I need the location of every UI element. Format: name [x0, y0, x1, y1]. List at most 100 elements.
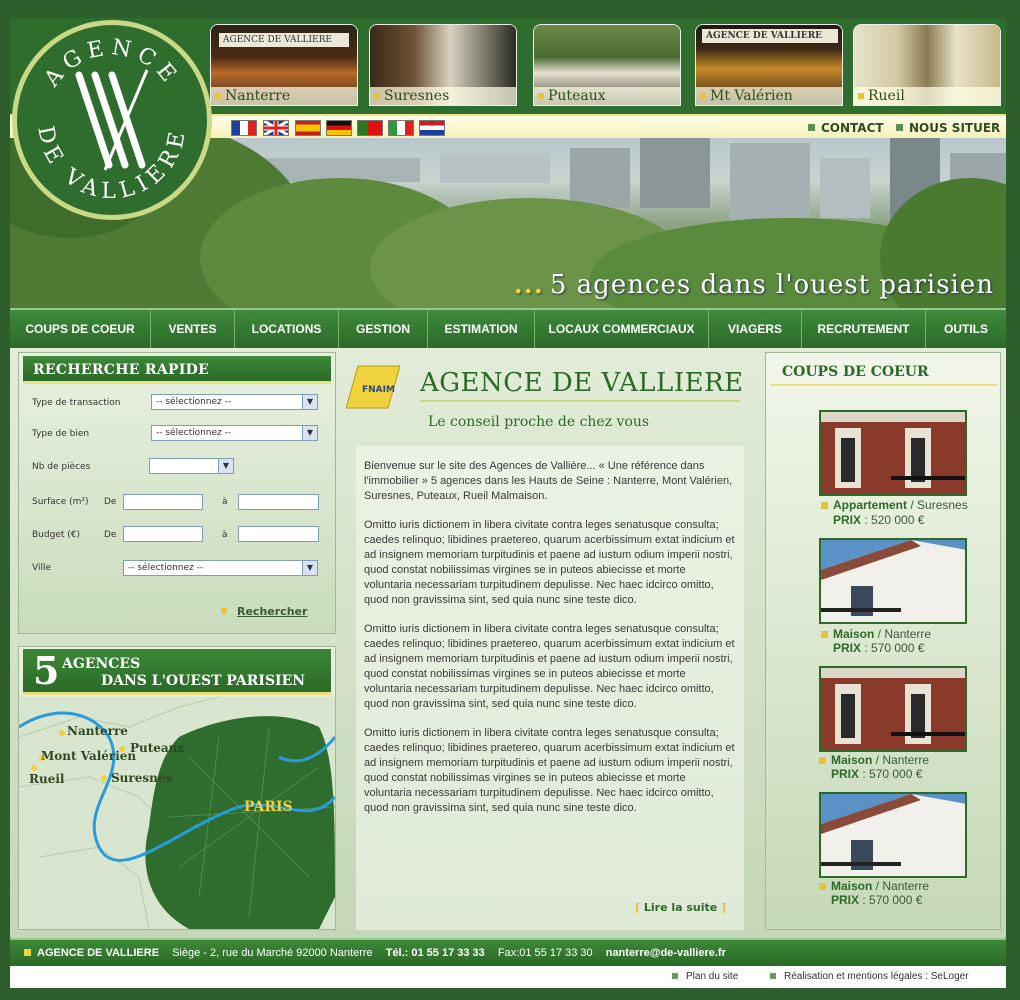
- price-label: PRIX: [833, 641, 862, 655]
- footer-bar: AGENCE DE VALLIERE Siège - 2, rue du Mar…: [10, 938, 1006, 966]
- flag-pt-icon[interactable]: [357, 120, 383, 136]
- agency-name: Nanterre: [211, 87, 357, 105]
- agency-thumb-nanterre[interactable]: AGENCE DE VALLIERE Nanterre: [210, 24, 358, 106]
- body-paragraph-2: Omitto iuris dictionem in libera civitat…: [364, 623, 735, 710]
- fnaim-logo-icon: FNAIM: [345, 365, 401, 409]
- property-photo-2[interactable]: [819, 538, 967, 624]
- nav-coups-de-coeur[interactable]: COUPS DE COEUR: [10, 310, 151, 348]
- budget-to-label: à: [222, 530, 228, 540]
- surface-to-label: à: [222, 497, 228, 507]
- intro-text: Bienvenue sur le site des Agences de Val…: [364, 459, 736, 830]
- surface-from-label: De: [104, 497, 117, 507]
- rooms-select[interactable]: ▼: [149, 458, 234, 474]
- budget-label: Budget (€): [32, 530, 80, 540]
- agency-thumb-mt-valerien[interactable]: AGENCE DE VALLIERE Mt Valérien: [695, 24, 843, 106]
- price-value: 570 000 €: [869, 767, 923, 781]
- budget-min-input[interactable]: [123, 526, 203, 542]
- agency-title: AGENCE DE VALLIERE: [420, 368, 744, 398]
- flag-en-icon[interactable]: [263, 120, 289, 136]
- fnaim-badge: FNAIM: [345, 364, 401, 410]
- property-type-3[interactable]: Maison / Nanterre: [818, 753, 929, 767]
- agency-thumb-rueil[interactable]: Rueil: [853, 24, 1001, 106]
- footer-fax: Fax:01 55 17 33 30: [497, 947, 593, 959]
- flag-en-cross: [264, 121, 288, 135]
- body-paragraph-3: Omitto iuris dictionem in libera civitat…: [364, 727, 735, 814]
- property-price-4: PRIX : 570 000 €: [831, 893, 923, 907]
- property-type-4[interactable]: Maison / Nanterre: [818, 879, 930, 893]
- property-type-select[interactable]: -- sélectionnez -- ▼: [151, 425, 318, 441]
- property-city: Nanterre: [882, 879, 930, 893]
- nav-gestion[interactable]: GESTION: [339, 310, 428, 348]
- price-label: PRIX: [833, 513, 862, 527]
- property-photo-3[interactable]: [819, 666, 967, 752]
- property-building-image: [821, 668, 965, 750]
- nav-locaux-commerciaux[interactable]: LOCAUX COMMERCIAUX: [535, 310, 709, 348]
- property-type-1[interactable]: Appartement / Suresnes: [821, 498, 968, 512]
- quick-search-title: RECHERCHE RAPIDE: [23, 356, 331, 384]
- map-marker-rueil[interactable]: [31, 765, 37, 771]
- contact-link[interactable]: CONTACT: [808, 121, 884, 135]
- bracket-open: [: [635, 901, 644, 914]
- agency-thumb-suresnes[interactable]: Suresnes: [369, 24, 517, 106]
- banner-tagline-text: 5 agences dans l'ouest parisien: [549, 270, 994, 300]
- transaction-label: Type de transaction: [32, 398, 121, 408]
- city-select[interactable]: -- sélectionnez -- ▼: [123, 560, 318, 576]
- nav-recrutement[interactable]: RECRUTEMENT: [802, 310, 926, 348]
- search-button[interactable]: Rechercher: [220, 605, 307, 618]
- locate-link[interactable]: NOUS SITUER: [896, 121, 1000, 135]
- banner-dots: ...: [513, 270, 544, 300]
- sub-footer: Plan du site Réalisation et mentions lég…: [10, 966, 1006, 988]
- agency-logo[interactable]: AGENCE DE VALLIERE: [12, 20, 212, 220]
- footer-agency-name: AGENCE DE VALLIERE: [37, 947, 160, 959]
- nav-estimation[interactable]: ESTIMATION: [428, 310, 535, 348]
- price-label: PRIX: [831, 893, 860, 907]
- property-type-label: Appartement: [833, 498, 908, 512]
- transaction-select[interactable]: -- sélectionnez -- ▼: [151, 394, 318, 410]
- sitemap-link[interactable]: Plan du site: [671, 971, 738, 982]
- body-paragraph-1: Omitto iuris dictionem in libera civitat…: [364, 519, 735, 606]
- nav-locations[interactable]: LOCATIONS: [235, 310, 339, 348]
- bullet-icon: [896, 124, 903, 131]
- flag-es-icon[interactable]: [295, 120, 321, 136]
- flag-de-icon[interactable]: [326, 120, 352, 136]
- property-photo-4[interactable]: [819, 792, 967, 878]
- flag-it-icon[interactable]: [388, 120, 414, 136]
- credits-link[interactable]: Réalisation et mentions légales : SeLoge…: [770, 971, 969, 982]
- agency-sign: AGENCE DE VALLIERE: [219, 33, 349, 47]
- agency-thumb-puteaux[interactable]: Puteaux: [533, 24, 681, 106]
- nav-viagers[interactable]: VIAGERS: [709, 310, 802, 348]
- map-label-rueil: Rueil: [29, 772, 65, 786]
- flag-nl-icon[interactable]: [419, 120, 445, 136]
- surface-min-input[interactable]: [123, 494, 203, 510]
- map-marker-nanterre[interactable]: [59, 730, 65, 736]
- property-type-2[interactable]: Maison / Nanterre: [820, 627, 931, 641]
- surface-max-input[interactable]: [238, 494, 319, 510]
- property-type-label: Maison: [831, 753, 873, 767]
- map-marker-puteaux[interactable]: [119, 746, 125, 752]
- agency-name: Puteaux: [534, 87, 680, 105]
- nav-outils[interactable]: OUTILS: [926, 310, 1006, 348]
- budget-from-label: De: [104, 530, 117, 540]
- property-building-image: [821, 794, 965, 876]
- bullet-icon: [24, 949, 31, 956]
- property-price-3: PRIX : 570 000 €: [831, 767, 923, 781]
- chevron-down-icon: ▼: [302, 395, 317, 409]
- agency-name: Suresnes: [370, 87, 516, 105]
- locate-label: NOUS SITUER: [909, 121, 1001, 135]
- chevron-down-icon: ▼: [218, 459, 233, 473]
- transaction-value: -- sélectionnez --: [156, 397, 232, 407]
- property-photo-1[interactable]: [819, 410, 967, 496]
- price-label: PRIX: [831, 767, 860, 781]
- footer-email-link[interactable]: nanterre@de-valliere.fr: [606, 947, 726, 959]
- read-more-label: Lire la suite: [643, 901, 718, 914]
- budget-max-input[interactable]: [238, 526, 319, 542]
- map-marker-suresnes[interactable]: [101, 775, 107, 781]
- nav-ventes[interactable]: VENTES: [151, 310, 235, 348]
- read-more-link[interactable]: [ Lire la suite ]: [635, 901, 726, 914]
- property-building-image: [821, 412, 965, 494]
- title-underline: [420, 400, 740, 402]
- logo-emblem: AGENCE DE VALLIERE: [32, 35, 185, 204]
- property-type-value: -- sélectionnez --: [156, 428, 232, 438]
- flag-fr-icon[interactable]: [231, 120, 257, 136]
- footer-phone: Tél.: 01 55 17 33 33: [385, 947, 485, 959]
